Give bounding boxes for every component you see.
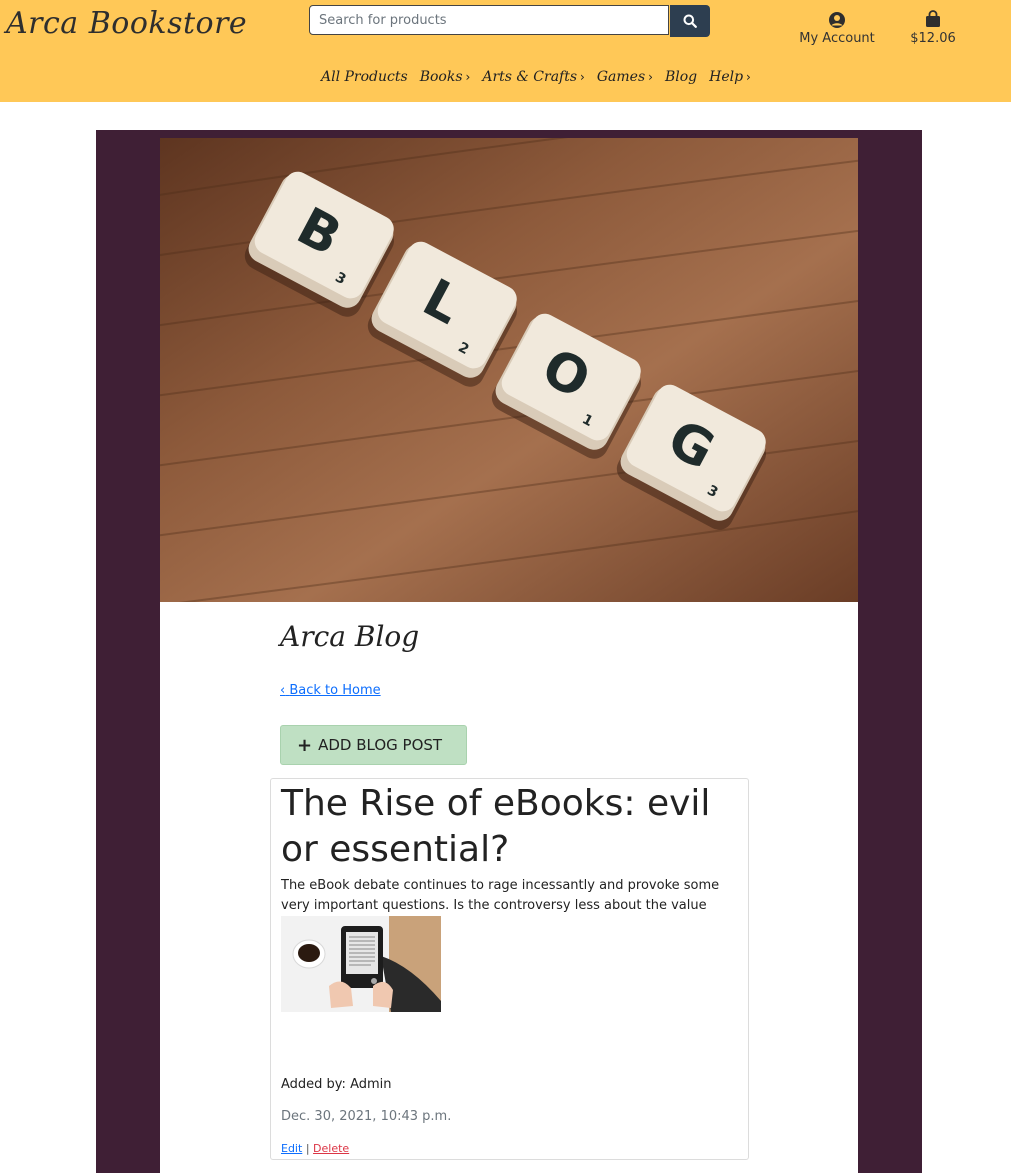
post-thumbnail[interactable] bbox=[281, 916, 441, 1012]
blog-hero-image: B3L2O1G3 bbox=[160, 138, 858, 602]
search-icon bbox=[683, 14, 697, 28]
chevron-right-icon: › bbox=[746, 70, 751, 84]
post-actions: Edit | Delete bbox=[281, 1142, 349, 1155]
shopping-bag-icon bbox=[926, 10, 940, 27]
nav-label: Games bbox=[596, 69, 646, 85]
delete-post-link[interactable]: Delete bbox=[313, 1142, 349, 1155]
chevron-right-icon: › bbox=[465, 70, 471, 84]
ereader-photo bbox=[281, 916, 441, 1012]
nav-label: Blog bbox=[664, 69, 698, 85]
nav-all-products[interactable]: All Products bbox=[321, 69, 408, 91]
my-account-label: My Account bbox=[799, 31, 875, 46]
blog-post-card: The Rise of eBooks: evil or essential? T… bbox=[270, 778, 749, 1160]
nav-help[interactable]: Help › bbox=[709, 69, 751, 91]
blog-container: B3L2O1G3 Arca Blog ‹ Back to Home + ADD B… bbox=[160, 138, 858, 1173]
chevron-right-icon: › bbox=[648, 70, 653, 84]
nav-games[interactable]: Games › bbox=[597, 69, 653, 91]
search-button[interactable] bbox=[670, 5, 710, 37]
site-header: Arca Bookstore My Account $12.06 All Pro… bbox=[0, 0, 1011, 102]
add-blog-post-button[interactable]: + ADD BLOG POST bbox=[280, 725, 467, 765]
main-nav: All Products Books › Arts & Crafts › Games… bbox=[321, 69, 751, 91]
my-account-link[interactable]: My Account bbox=[797, 11, 877, 46]
nav-label: All Products bbox=[321, 69, 408, 85]
shopping-bag-link[interactable]: $12.06 bbox=[905, 10, 961, 46]
nav-label: Books bbox=[419, 69, 463, 85]
user-circle-icon bbox=[829, 12, 845, 28]
action-separator: | bbox=[305, 1142, 310, 1155]
chevron-right-icon: › bbox=[580, 70, 585, 84]
page-frame: B3L2O1G3 Arca Blog ‹ Back to Home + ADD B… bbox=[96, 130, 922, 1173]
back-link-label: Back to Home bbox=[289, 683, 381, 698]
page-title: Arca Blog bbox=[280, 620, 420, 653]
nav-arts-crafts[interactable]: Arts & Crafts › bbox=[482, 69, 585, 91]
back-to-home-link[interactable]: ‹ Back to Home bbox=[280, 683, 381, 698]
site-logo[interactable]: Arca Bookstore bbox=[6, 6, 247, 41]
bag-total: $12.06 bbox=[910, 31, 956, 46]
plus-icon: + bbox=[297, 734, 313, 756]
chevron-left-icon: ‹ bbox=[280, 683, 286, 698]
nav-label: Arts & Crafts bbox=[482, 69, 578, 85]
nav-books[interactable]: Books › bbox=[420, 69, 471, 91]
nav-label: Help bbox=[709, 69, 744, 85]
post-author: Added by: Admin bbox=[281, 1077, 392, 1092]
post-date: Dec. 30, 2021, 10:43 p.m. bbox=[281, 1109, 452, 1124]
edit-post-link[interactable]: Edit bbox=[281, 1142, 302, 1155]
scrabble-tiles-illustration: B3 L2 O1 G3 bbox=[160, 138, 858, 602]
search-form bbox=[309, 5, 710, 37]
nav-blog[interactable]: Blog bbox=[665, 69, 697, 91]
post-title[interactable]: The Rise of eBooks: evil or essential? bbox=[281, 781, 731, 873]
search-input[interactable] bbox=[309, 5, 669, 35]
add-button-label: ADD BLOG POST bbox=[318, 735, 443, 754]
